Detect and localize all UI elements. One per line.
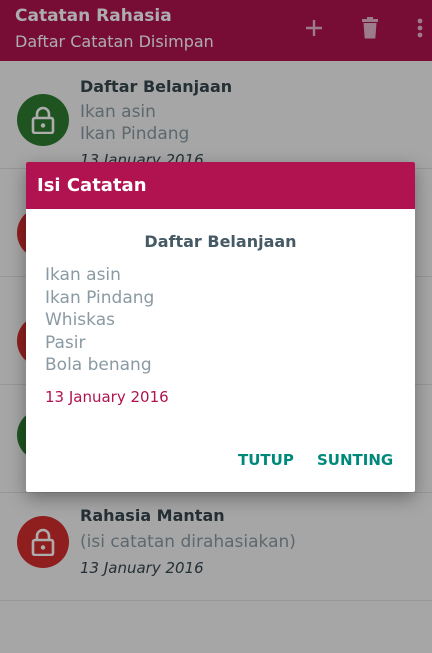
dialog-note-line: Ikan asin — [45, 265, 121, 285]
dialog-header-title: Isi Catatan — [37, 175, 147, 196]
dialog-note-line: Pasir — [45, 332, 86, 353]
dialog-note-line: Whiskas — [45, 310, 115, 330]
dialog-note-line: Bola benang — [45, 355, 152, 375]
dialog-note-content: Ikan asin Ikan Pindang Whiskas Pasir Bol… — [45, 264, 154, 377]
dialog-note-title: Daftar Belanjaan — [144, 232, 297, 251]
dialog-header: Isi Catatan — [26, 162, 415, 209]
dialog-note-date: 13 January 2016 — [45, 388, 169, 406]
edit-button[interactable]: SUNTING — [317, 451, 393, 469]
dialog-note-line: Ikan Pindang — [45, 287, 155, 308]
close-button[interactable]: TUTUP — [238, 451, 294, 469]
note-dialog: Isi Catatan Daftar Belanjaan Ikan asin I… — [26, 162, 415, 492]
